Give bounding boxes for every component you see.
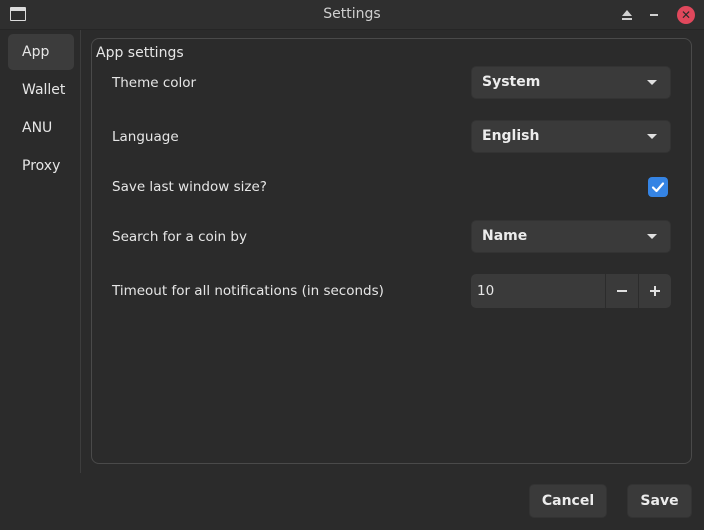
title-bar: Settings ✕ [0,0,704,30]
window-title: Settings [323,6,381,22]
sidebar-item-proxy[interactable]: Proxy [8,148,74,184]
cancel-button[interactable]: Cancel [529,484,607,518]
timeout-label: Timeout for all notifications (in second… [112,283,384,299]
search-coin-label: Search for a coin by [112,229,247,245]
close-icon[interactable]: ✕ [677,6,695,24]
plus-icon [650,286,660,296]
increment-button[interactable] [638,274,671,308]
chevron-down-icon [647,234,657,239]
timeout-spinbox [471,274,671,308]
save-window-size-checkbox[interactable] [648,177,668,197]
timeout-input[interactable] [471,274,605,308]
sidebar-item-anu[interactable]: ANU [8,110,74,146]
sidebar: App Wallet ANU Proxy [0,30,80,475]
language-select[interactable]: English [471,120,671,153]
theme-color-value: System [482,74,541,90]
chevron-down-icon [647,134,657,139]
minimize-icon[interactable] [645,6,663,24]
sidebar-item-wallet[interactable]: Wallet [8,72,74,108]
search-coin-select[interactable]: Name [471,220,671,253]
save-window-size-label: Save last window size? [112,179,267,195]
sidebar-item-label: App [22,44,50,60]
checkmark-icon [651,182,665,193]
sidebar-divider [80,30,81,473]
sidebar-item-label: Wallet [22,82,66,98]
theme-color-select[interactable]: System [471,66,671,99]
decrement-button[interactable] [605,274,638,308]
sidebar-item-label: ANU [22,120,53,136]
sidebar-item-label: Proxy [22,158,61,174]
sidebar-item-app[interactable]: App [8,34,74,70]
minus-icon [617,290,627,292]
search-coin-value: Name [482,228,528,244]
language-label: Language [112,129,179,145]
eject-icon[interactable] [618,6,636,24]
chevron-down-icon [647,80,657,85]
theme-color-label: Theme color [112,75,197,91]
language-value: English [482,128,540,144]
group-title: App settings [96,45,184,61]
save-button[interactable]: Save [627,484,692,518]
